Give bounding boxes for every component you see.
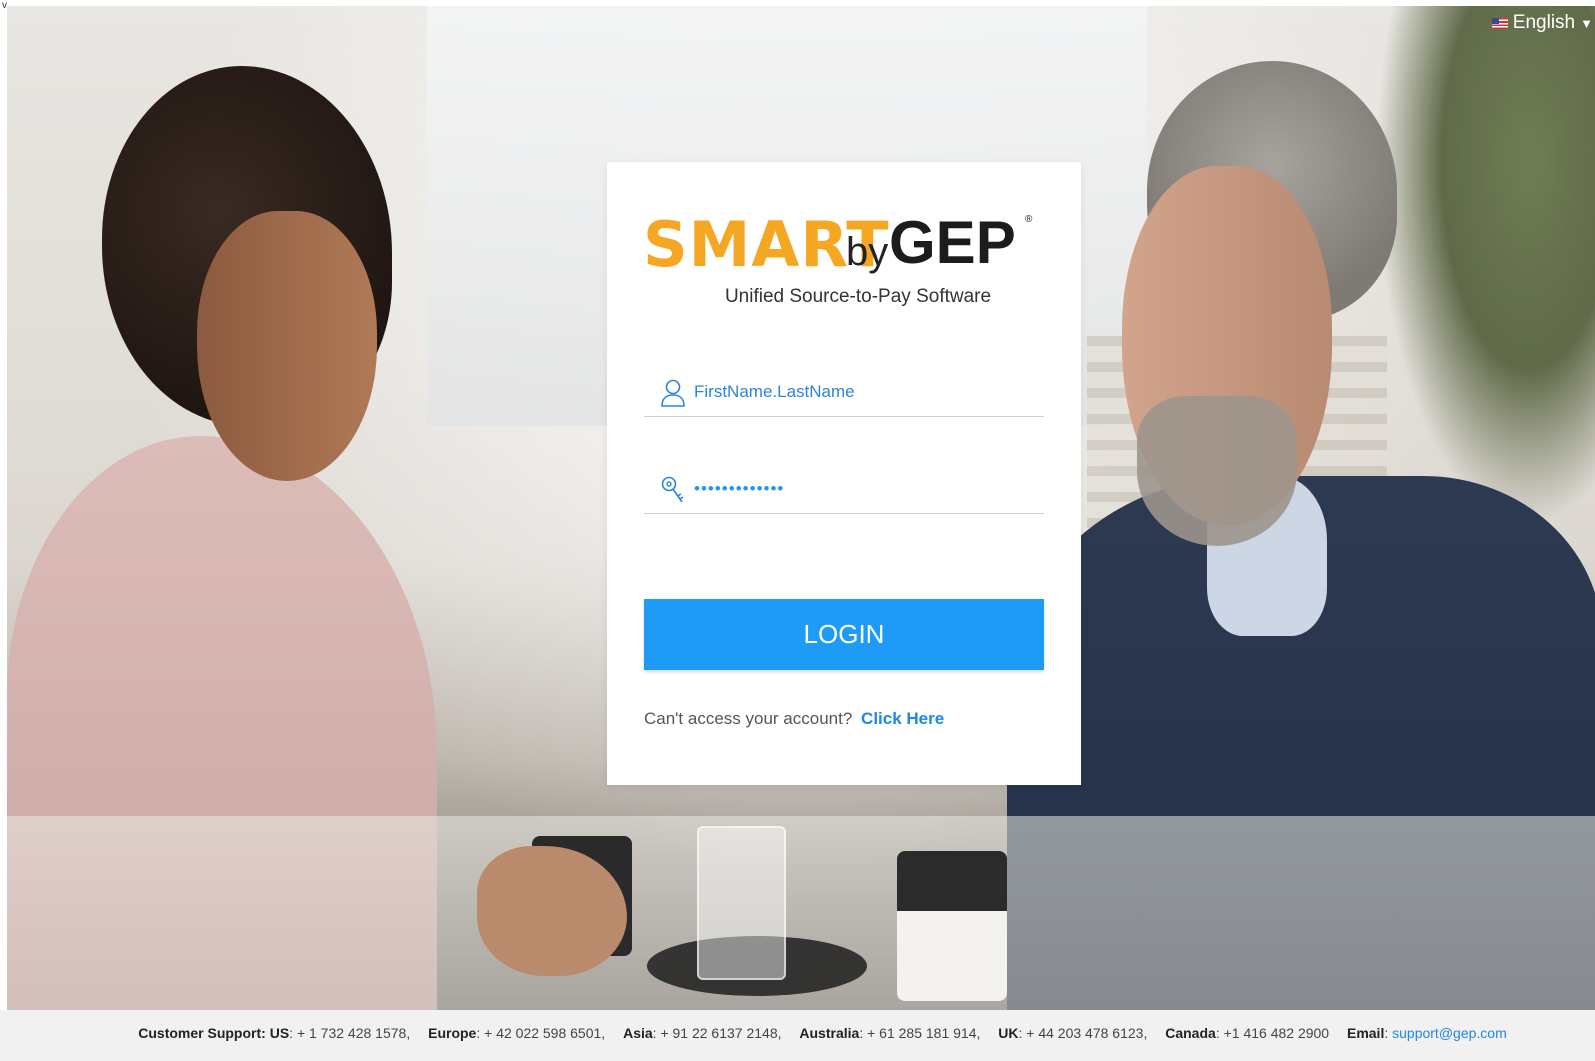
account-help: Can't access your account? Click Here [644, 709, 944, 729]
username-field [644, 368, 1044, 417]
contact-canada-value: +1 416 482 2900 [1223, 1025, 1330, 1041]
password-field [644, 465, 1044, 514]
corner-mark: v [2, 0, 7, 11]
key-icon [660, 475, 686, 505]
contact-asia-label: Asia [623, 1025, 653, 1041]
support-label: Customer Support: [138, 1025, 266, 1041]
login-button[interactable]: LOGIN [644, 599, 1044, 670]
us-flag-icon [1491, 17, 1508, 29]
password-input[interactable] [692, 473, 1036, 505]
help-text: Can't access your account? [644, 709, 853, 728]
contact-uk-label: UK [998, 1025, 1019, 1041]
contact-europe-label: Europe [428, 1025, 477, 1041]
language-label: English [1512, 12, 1576, 33]
contact-canada-label: Canada [1165, 1025, 1216, 1041]
contact-asia-value: + 91 22 6137 2148, [660, 1025, 782, 1041]
contact-us-value: + 1 732 428 1578, [296, 1025, 411, 1041]
contact-uk-value: + 44 203 478 6123, [1026, 1025, 1148, 1041]
support-line: Customer Support: US: + 1 732 428 1578, … [138, 1025, 1507, 1041]
tagline: Unified Source-to-Pay Software [724, 286, 992, 307]
contact-europe-value: + 42 022 598 6501, [484, 1025, 606, 1041]
login-card: SMART by GEP ® Unified Source-to-Pay Sof… [607, 162, 1081, 785]
language-selector[interactable]: English ▼ [1491, 12, 1595, 34]
smart-by-gep-logo: SMART by GEP ® [643, 208, 1053, 284]
email-label: Email [1346, 1025, 1385, 1041]
username-input[interactable] [692, 376, 1036, 408]
contact-australia-value: + 61 285 181 914, [867, 1025, 981, 1041]
logo-gep-text: GEP [889, 209, 1016, 276]
support-email-link[interactable]: support@gep.com [1392, 1025, 1507, 1041]
login-page: v English ▼ SMART by GEP ® Unified Sourc… [0, 0, 1595, 1061]
click-here-link[interactable]: Click Here [861, 709, 944, 728]
logo-registered-mark: ® [1025, 214, 1033, 225]
user-icon [660, 378, 686, 408]
support-footer: Customer Support: US: + 1 732 428 1578, … [0, 1010, 1595, 1061]
contact-us-label: US [269, 1025, 290, 1041]
contact-australia-label: Australia [799, 1025, 860, 1041]
chevron-down-icon: ▼ [1580, 15, 1593, 31]
logo-by-text: by [846, 230, 889, 274]
